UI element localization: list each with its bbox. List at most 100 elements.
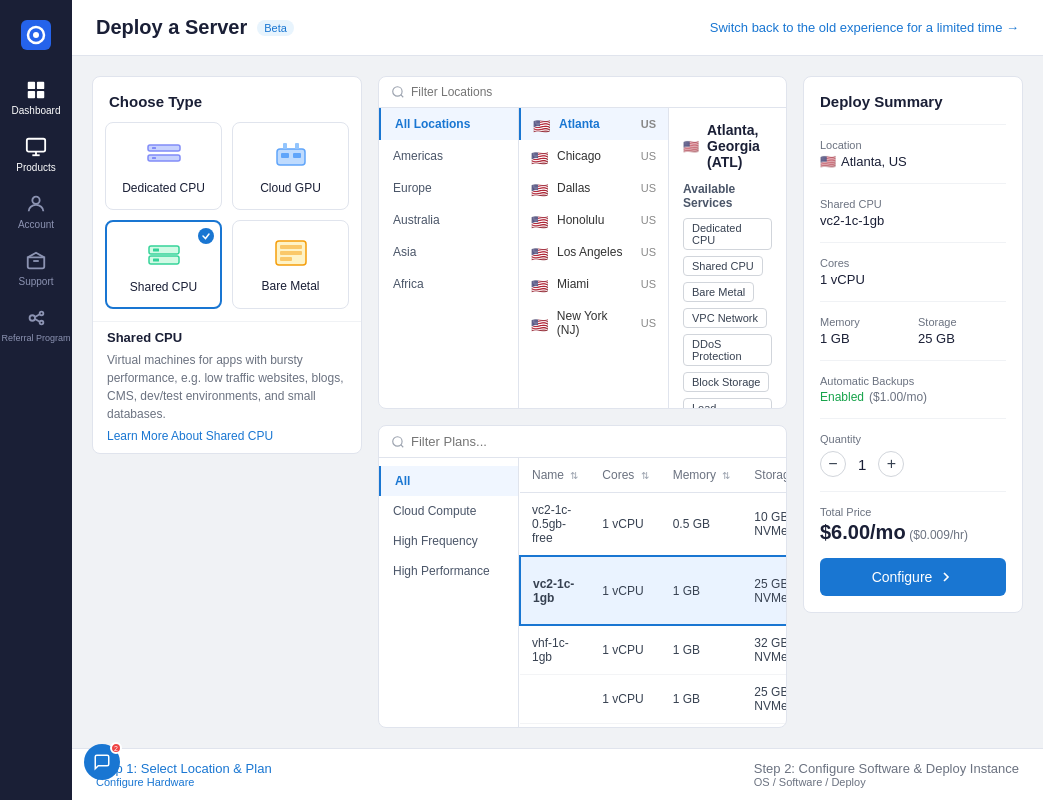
svg-line-34 bbox=[401, 95, 404, 98]
region-africa[interactable]: Africa bbox=[379, 268, 518, 300]
location-filter-input[interactable] bbox=[411, 85, 774, 99]
middle-panel: All Locations Americas Europe Australia … bbox=[378, 76, 787, 728]
summary-total-price: Total Price $6.00/mo ($0.009/hr) bbox=[820, 506, 1006, 544]
plan-cat-all[interactable]: All bbox=[379, 466, 518, 496]
sidebar-item-referral[interactable]: Referral Program bbox=[0, 297, 72, 354]
configure-button[interactable]: Configure bbox=[820, 558, 1006, 596]
plan-cat-high-performance[interactable]: High Performance bbox=[379, 556, 518, 586]
summary-quantity: Quantity − 1 + bbox=[820, 433, 1006, 477]
sidebar-item-dashboard[interactable]: Dashboard bbox=[0, 69, 72, 126]
quantity-decrease-button[interactable]: − bbox=[820, 451, 846, 477]
step-2-sub: OS / Software / Deploy bbox=[754, 776, 1019, 788]
city-miami[interactable]: 🇺🇸 Miami US bbox=[519, 268, 668, 300]
old-experience-link[interactable]: Switch back to the old experience for a … bbox=[710, 20, 1019, 35]
right-panel: Deploy Summary Location 🇺🇸 Atlanta, US S… bbox=[803, 76, 1023, 728]
type-grid: Dedicated CPU Cloud GPU bbox=[93, 122, 361, 321]
sidebar-item-products[interactable]: Products bbox=[0, 126, 72, 183]
city-new-york[interactable]: 🇺🇸 New York (NJ) US bbox=[519, 300, 668, 346]
region-list: All Locations Americas Europe Australia … bbox=[379, 108, 519, 408]
sidebar-item-account[interactable]: Account bbox=[0, 183, 72, 240]
svg-rect-18 bbox=[152, 147, 156, 149]
available-services-header: Available Services bbox=[683, 182, 772, 210]
plans-filter-input[interactable] bbox=[411, 434, 774, 449]
region-europe[interactable]: Europe bbox=[379, 172, 518, 204]
step-1-info: Step 1: Select Location & Plan Configure… bbox=[96, 761, 272, 788]
plan-memory-free: 0.5 GB bbox=[661, 493, 743, 557]
col-cores[interactable]: Cores ⇅ bbox=[590, 458, 660, 493]
city-honolulu[interactable]: 🇺🇸 Honolulu US bbox=[519, 204, 668, 236]
type-card-shared[interactable]: Shared CPU bbox=[105, 220, 222, 310]
service-tag-dedicated: Dedicated CPU bbox=[683, 218, 772, 250]
plan-categories: All Cloud Compute High Frequency High Pe… bbox=[379, 458, 519, 727]
summary-storage: Storage 25 GB bbox=[918, 316, 1006, 346]
deploy-summary-header: Deploy Summary bbox=[820, 93, 1006, 110]
plan-row-4[interactable]: 1 vCPU 1 GB 25 GB NVMe 0 TB $6.00/mo bbox=[520, 675, 786, 724]
plan-row-1gb[interactable]: vc2-1c-1gb 1 vCPU 1 GB 25 GB NVMe 1 TB/m… bbox=[520, 556, 786, 625]
shared-cpu-description: Shared CPU Virtual machines for apps wit… bbox=[93, 321, 361, 453]
svg-rect-19 bbox=[152, 157, 156, 159]
type-card-cloud-gpu[interactable]: Cloud GPU bbox=[232, 122, 349, 210]
backup-enabled-badge: Enabled bbox=[820, 390, 864, 404]
choose-type-header: Choose Type bbox=[93, 77, 361, 122]
col-storage[interactable]: Storage ⇅ bbox=[742, 458, 786, 493]
city-dallas[interactable]: 🇺🇸 Dallas US bbox=[519, 172, 668, 204]
plan-table: Name ⇅ Cores ⇅ Memory ⇅ Storage ⇅ Bandwi… bbox=[519, 458, 786, 724]
city-chicago[interactable]: 🇺🇸 Chicago US bbox=[519, 140, 668, 172]
step-2-info: Step 2: Configure Software & Deploy Inst… bbox=[754, 761, 1019, 788]
col-memory[interactable]: Memory ⇅ bbox=[661, 458, 743, 493]
city-los-angeles[interactable]: 🇺🇸 Los Angeles US bbox=[519, 236, 668, 268]
region-asia[interactable]: Asia bbox=[379, 236, 518, 268]
city-list: 🇺🇸 Atlanta US 🇺🇸 Chicago US 🇺🇸 Dallas bbox=[519, 108, 669, 408]
main-area: Deploy a Server Beta Switch back to the … bbox=[72, 0, 1043, 800]
sidebar-logo bbox=[21, 12, 51, 69]
plan-name-vhf: vhf-1c-1gb bbox=[520, 625, 590, 675]
svg-rect-23 bbox=[283, 143, 287, 149]
backup-price: ($1.00/mo) bbox=[869, 390, 927, 404]
learn-more-link[interactable]: Learn More About Shared CPU bbox=[107, 429, 273, 443]
service-tag-load-balancers: Load Balancers bbox=[683, 398, 772, 408]
service-tag-shared: Shared CPU bbox=[683, 256, 763, 276]
type-card-dedicated[interactable]: Dedicated CPU bbox=[105, 122, 222, 210]
svg-point-35 bbox=[393, 436, 402, 445]
type-card-bare-metal[interactable]: Bare Metal bbox=[232, 220, 349, 310]
topbar: Deploy a Server Beta Switch back to the … bbox=[72, 0, 1043, 56]
summary-storage-value: 25 GB bbox=[918, 331, 1006, 346]
region-americas[interactable]: Americas bbox=[379, 140, 518, 172]
plan-cores-free: 1 vCPU bbox=[590, 493, 660, 557]
service-tag-bare-metal: Bare Metal bbox=[683, 282, 754, 302]
svg-rect-21 bbox=[281, 153, 289, 158]
configure-arrow-icon bbox=[938, 569, 954, 585]
plan-memory-4: 1 GB bbox=[661, 675, 743, 724]
plan-memory-vhf: 1 GB bbox=[661, 625, 743, 675]
summary-memory-value: 1 GB bbox=[820, 331, 908, 346]
quantity-increase-button[interactable]: + bbox=[878, 451, 904, 477]
plan-cores-1gb: 1 vCPU bbox=[590, 556, 660, 625]
plan-cat-high-frequency[interactable]: High Frequency bbox=[379, 526, 518, 556]
summary-location: Location 🇺🇸 Atlanta, US bbox=[820, 139, 1006, 169]
plan-cat-cloud-compute[interactable]: Cloud Compute bbox=[379, 496, 518, 526]
plan-row-free[interactable]: vc2-1c-0.5gb-free 1 vCPU 0.5 GB 10 GB NV… bbox=[520, 493, 786, 557]
plan-cores-4: 1 vCPU bbox=[590, 675, 660, 724]
location-detail: 🇺🇸 Atlanta, Georgia (ATL) Available Serv… bbox=[669, 108, 786, 408]
sidebar-item-support[interactable]: Support bbox=[0, 240, 72, 297]
plan-row-vhf[interactable]: vhf-1c-1gb 1 vCPU 1 GB 32 GB NVMe 1 TB/m… bbox=[520, 625, 786, 675]
city-atlanta[interactable]: 🇺🇸 Atlanta US bbox=[519, 108, 668, 140]
page-title: Deploy a Server bbox=[96, 16, 247, 39]
svg-point-12 bbox=[40, 312, 44, 316]
chat-fab[interactable]: 2 bbox=[84, 744, 120, 780]
step-1-label: Step 1: Select Location & Plan bbox=[96, 761, 272, 776]
svg-rect-30 bbox=[280, 245, 302, 249]
svg-rect-28 bbox=[153, 258, 159, 261]
region-australia[interactable]: Australia bbox=[379, 204, 518, 236]
svg-point-13 bbox=[40, 321, 44, 325]
svg-line-14 bbox=[35, 314, 40, 317]
summary-cores-value: 1 vCPU bbox=[820, 272, 1006, 287]
search-icon bbox=[391, 85, 405, 99]
svg-rect-32 bbox=[280, 257, 292, 261]
summary-location-value: Atlanta, US bbox=[841, 154, 907, 169]
region-all[interactable]: All Locations bbox=[379, 108, 518, 140]
svg-point-10 bbox=[32, 197, 39, 204]
col-name[interactable]: Name ⇅ bbox=[520, 458, 590, 493]
plan-cores-vhf: 1 vCPU bbox=[590, 625, 660, 675]
selected-city-name: Atlanta, Georgia (ATL) bbox=[707, 122, 772, 170]
